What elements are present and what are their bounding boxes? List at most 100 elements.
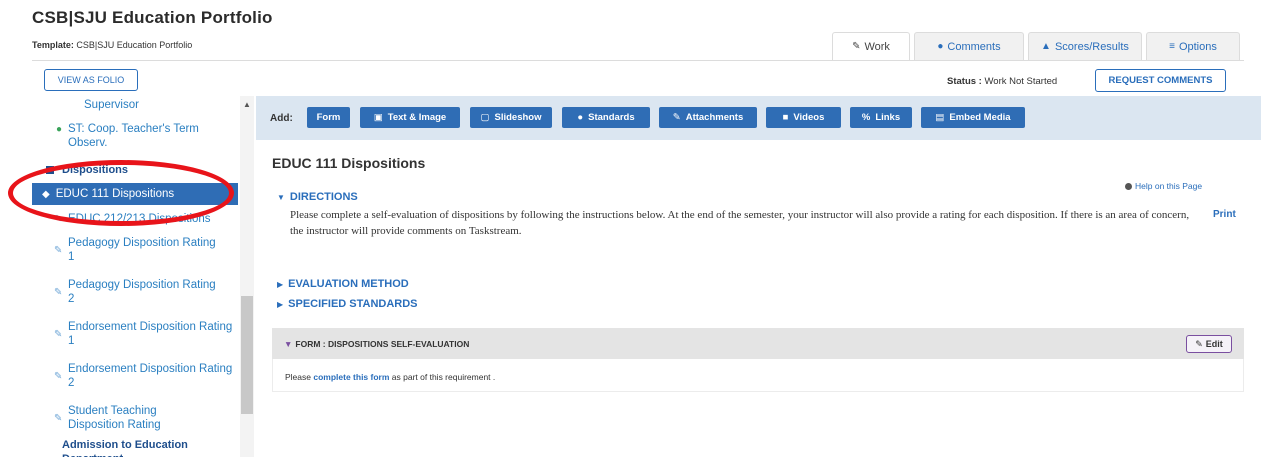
print-link[interactable]: Print bbox=[1213, 209, 1236, 220]
sidebar-item-label: Pedagogy Disposition Rating 2 bbox=[68, 279, 216, 305]
video-icon: ■ bbox=[782, 112, 789, 123]
tab-options[interactable]: ≡ Options bbox=[1146, 32, 1240, 60]
sidebar-item-educ-111[interactable]: ◆ EDUC 111 Dispositions bbox=[32, 183, 238, 205]
caret-down-icon: ▼ bbox=[277, 193, 285, 202]
help-label: Help on this Page bbox=[1135, 181, 1203, 191]
add-text-image-button[interactable]: ▣ Text & Image bbox=[360, 107, 460, 128]
pencil-icon: ✎ bbox=[54, 245, 63, 256]
sidebar-item-label: Student Teaching Disposition Rating bbox=[68, 405, 161, 431]
status-label: Status : bbox=[947, 76, 982, 87]
link-icon: % bbox=[861, 112, 871, 123]
paperclip-icon: ✎ bbox=[672, 112, 681, 123]
tab-work-label: Work bbox=[864, 40, 890, 53]
sidebar-item-supervisor[interactable]: Supervisor bbox=[32, 98, 240, 112]
form-text-before: Please bbox=[285, 372, 311, 382]
tab-comments-label: Comments bbox=[947, 40, 1001, 53]
button-label: Links bbox=[875, 112, 901, 123]
button-label: Attachments bbox=[685, 112, 744, 123]
button-label: Embed Media bbox=[949, 112, 1011, 123]
status-text: Status : Work Not Started bbox=[947, 76, 1057, 87]
add-links-button[interactable]: % Links bbox=[850, 107, 912, 128]
request-comments-button[interactable]: REQUEST COMMENTS bbox=[1095, 69, 1226, 92]
comments-icon: ● bbox=[937, 41, 944, 52]
status-value: Work Not Started bbox=[984, 76, 1058, 87]
button-label: Standards bbox=[588, 112, 635, 123]
add-attachments-button[interactable]: ✎ Attachments bbox=[659, 107, 757, 128]
embed-icon: ▤ bbox=[935, 112, 945, 123]
form-section-body: Please complete this form as part of thi… bbox=[272, 359, 1244, 392]
slideshow-icon: ▢ bbox=[480, 112, 490, 123]
template-line: Template: CSB|SJU Education Portfolio bbox=[32, 40, 192, 50]
help-link[interactable]: Help on this Page bbox=[1125, 181, 1202, 191]
sidebar-item-pedagogy-2[interactable]: ✎ Pedagogy Disposition Rating 2 bbox=[32, 278, 240, 306]
pencil-icon: ✎ bbox=[54, 287, 63, 298]
sidebar-section-dispositions[interactable]: Dispositions bbox=[46, 164, 128, 176]
evaluation-method-label: EVALUATION METHOD bbox=[288, 278, 409, 290]
tab-bar: ✎ Work ● Comments ▲ Scores/Results ≡ Opt… bbox=[832, 32, 1244, 60]
text-image-icon: ▣ bbox=[373, 112, 383, 123]
caret-right-icon: ▶ bbox=[277, 280, 284, 289]
sidebar-item-student-teaching[interactable]: ✎ Student Teaching Disposition Rating bbox=[32, 404, 240, 432]
section-label: Dispositions bbox=[62, 164, 129, 176]
add-label: Add: bbox=[270, 113, 293, 124]
collapse-icon bbox=[46, 166, 54, 175]
add-toolbar: Add: Form ▣ Text & Image ▢ Slideshow ● S… bbox=[256, 96, 1261, 140]
sidebar-item-label: EDUC 212/213 Dispositions bbox=[68, 213, 211, 225]
sidebar-item-educ-212[interactable]: ✎ EDUC 212/213 Dispositions bbox=[32, 212, 240, 226]
add-videos-button[interactable]: ■ Videos bbox=[766, 107, 841, 128]
template-value: CSB|SJU Education Portfolio bbox=[76, 40, 193, 50]
directions-toggle[interactable]: ▼ DIRECTIONS bbox=[277, 191, 358, 203]
add-slideshow-button[interactable]: ▢ Slideshow bbox=[470, 107, 552, 128]
tab-options-label: Options bbox=[1178, 40, 1217, 53]
check-icon: ● bbox=[56, 124, 63, 135]
evaluation-method-toggle[interactable]: ▶ EVALUATION METHOD bbox=[277, 278, 409, 290]
sidebar-item-label: Supervisor bbox=[84, 99, 139, 111]
pencil-icon: ✎ bbox=[54, 329, 63, 340]
specified-standards-label: SPECIFIED STANDARDS bbox=[288, 298, 418, 310]
section-label: Admission to Education Department bbox=[62, 439, 188, 457]
tab-work[interactable]: ✎ Work bbox=[832, 32, 910, 60]
tab-scores-results[interactable]: ▲ Scores/Results bbox=[1028, 32, 1142, 60]
pencil-icon: ✎ bbox=[54, 413, 63, 424]
sidebar-item-st-observ[interactable]: ● ST: Coop. Teacher's Term Observ. bbox=[32, 122, 240, 150]
pencil-icon: ✎ bbox=[1195, 338, 1203, 349]
help-icon bbox=[1125, 183, 1132, 191]
specified-standards-toggle[interactable]: ▶ SPECIFIED STANDARDS bbox=[277, 298, 418, 310]
scrollbar-thumb[interactable] bbox=[241, 296, 253, 414]
view-as-folio-button[interactable]: VIEW AS FOLIO bbox=[44, 69, 138, 91]
scroll-up-icon[interactable]: ▲ bbox=[243, 100, 251, 109]
pencil-icon: ✎ bbox=[54, 214, 63, 225]
form-section-header[interactable]: ▼ FORM : DISPOSITIONS SELF-EVALUATION ✎ Ed… bbox=[272, 328, 1244, 359]
sidebar-section-admission[interactable]: Admission to Education Department bbox=[46, 438, 236, 457]
add-standards-button[interactable]: ● Standards bbox=[562, 107, 650, 128]
button-label: Text & Image bbox=[387, 112, 447, 123]
add-embed-media-button[interactable]: ▤ Embed Media bbox=[921, 107, 1025, 128]
complete-form-link[interactable]: complete this form bbox=[313, 372, 389, 382]
form-title: ▼ FORM : DISPOSITIONS SELF-EVALUATION bbox=[284, 339, 469, 349]
sidebar-item-label: Endorsement Disposition Rating 1 bbox=[68, 321, 233, 347]
sidebar-item-pedagogy-1[interactable]: ✎ Pedagogy Disposition Rating 1 bbox=[32, 236, 240, 264]
caret-right-icon: ▶ bbox=[277, 300, 284, 309]
requirement-title: EDUC 111 Dispositions bbox=[272, 155, 426, 171]
add-form-button[interactable]: Form bbox=[307, 107, 350, 128]
template-label: Template: bbox=[32, 40, 74, 50]
form-instruction: Please complete this form as part of thi… bbox=[285, 372, 495, 382]
directions-label: DIRECTIONS bbox=[289, 191, 358, 203]
sidebar-item-label: Endorsement Disposition Rating 2 bbox=[68, 363, 233, 389]
button-label: Slideshow bbox=[494, 112, 542, 123]
chart-icon: ▲ bbox=[1041, 41, 1051, 52]
form-title-label: FORM : DISPOSITIONS SELF-EVALUATION bbox=[295, 339, 470, 349]
sidebar-item-endorsement-1[interactable]: ✎ Endorsement Disposition Rating 1 bbox=[32, 320, 240, 348]
sidebar-item-label: Pedagogy Disposition Rating 1 bbox=[68, 237, 216, 263]
tab-scores-label: Scores/Results bbox=[1054, 40, 1129, 53]
sidebar-item-label: EDUC 111 Dispositions bbox=[55, 188, 175, 200]
sidebar-item-label: ST: Coop. Teacher's Term Observ. bbox=[68, 123, 199, 149]
form-text-after: as part of this requirement . bbox=[391, 372, 496, 382]
page-title: CSB|SJU Education Portfolio bbox=[32, 8, 273, 27]
caret-down-icon: ▼ bbox=[284, 339, 293, 349]
edit-button[interactable]: ✎ Edit bbox=[1186, 335, 1232, 353]
sidebar: Supervisor ● ST: Coop. Teacher's Term Ob… bbox=[32, 96, 254, 457]
tab-comments[interactable]: ● Comments bbox=[914, 32, 1024, 60]
sidebar-item-endorsement-2[interactable]: ✎ Endorsement Disposition Rating 2 bbox=[32, 362, 240, 390]
button-label: Form bbox=[316, 112, 341, 123]
